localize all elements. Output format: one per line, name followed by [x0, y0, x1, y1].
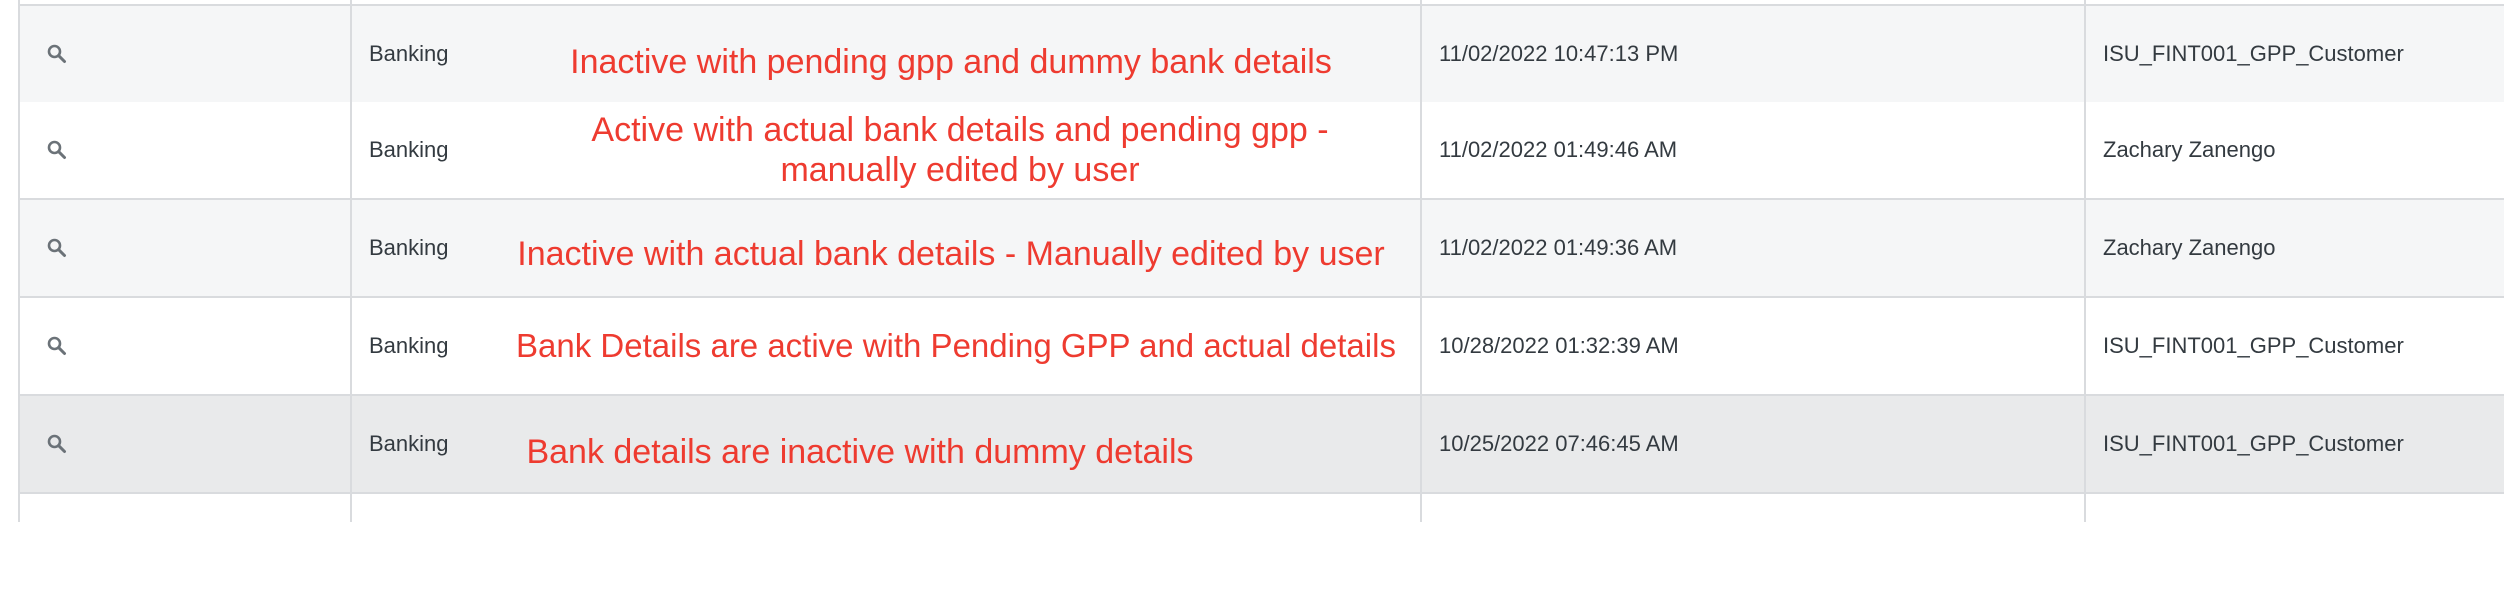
- table-row: [20, 494, 2504, 590]
- history-table: Banking Inactive with pending gpp and du…: [18, 0, 2504, 590]
- column-divider: [2084, 0, 2086, 522]
- magnifier-icon: [47, 140, 66, 159]
- user-cell: Zachary Zanengo: [2103, 235, 2276, 260]
- annotation-text: Bank Details are active with Pending GPP…: [516, 327, 1396, 364]
- user-cell: ISU_FINT001_GPP_Customer: [2103, 333, 2404, 358]
- datetime-cell: 10/25/2022 07:46:45 AM: [1439, 431, 1679, 456]
- column-divider: [350, 0, 352, 522]
- type-cell: Banking: [369, 333, 449, 358]
- table-row: Banking Inactive with pending gpp and du…: [20, 4, 2504, 104]
- type-cell: Banking: [369, 137, 449, 162]
- datetime-cell: 11/02/2022 01:49:46 AM: [1439, 137, 1678, 162]
- view-details-button[interactable]: [42, 298, 72, 394]
- view-details-button[interactable]: [42, 102, 72, 198]
- magnifier-icon: [47, 336, 66, 355]
- view-details-button[interactable]: [42, 6, 72, 102]
- table-row: Banking Active with actual bank details …: [20, 102, 2504, 200]
- user-cell: Zachary Zanengo: [2103, 137, 2276, 162]
- table-row: Banking Bank Details are active with Pen…: [20, 298, 2504, 396]
- view-details-button[interactable]: [42, 200, 72, 296]
- annotation-text: Inactive with actual bank details - Manu…: [517, 235, 1385, 273]
- user-cell: ISU_FINT001_GPP_Customer: [2103, 41, 2404, 66]
- datetime-cell: 10/28/2022 01:32:39 AM: [1439, 333, 1679, 358]
- type-cell: Banking: [369, 235, 449, 260]
- magnifier-icon: [47, 44, 66, 63]
- view-details-button[interactable]: [42, 396, 72, 492]
- datetime-cell: 11/02/2022 01:49:36 AM: [1439, 235, 1678, 260]
- column-divider: [1420, 0, 1422, 522]
- annotation-text: Inactive with pending gpp and dummy bank…: [570, 43, 1332, 81]
- user-cell: ISU_FINT001_GPP_Customer: [2103, 431, 2404, 456]
- annotation-text: Active with actual bank details and pend…: [591, 111, 1329, 189]
- magnifier-icon: [47, 434, 66, 453]
- type-cell: Banking: [369, 41, 449, 66]
- table-row: Banking Inactive with actual bank detail…: [20, 200, 2504, 298]
- annotation-text: Bank details are inactive with dummy det…: [526, 433, 1194, 471]
- table-row-selected[interactable]: Banking Bank details are inactive with d…: [20, 396, 2504, 494]
- magnifier-icon: [47, 238, 66, 257]
- type-cell: Banking: [369, 431, 449, 456]
- datetime-cell: 11/02/2022 10:47:13 PM: [1439, 41, 1679, 66]
